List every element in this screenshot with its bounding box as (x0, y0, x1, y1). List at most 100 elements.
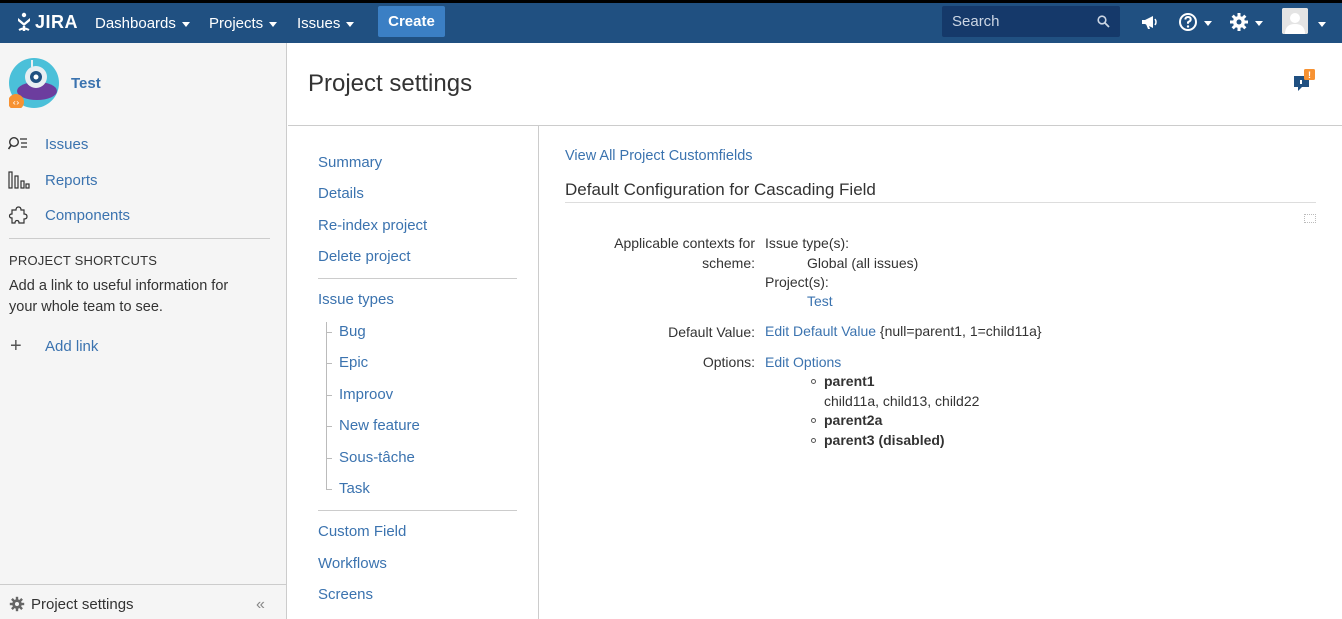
collapse-sidebar-icon[interactable]: « (256, 596, 265, 614)
add-link-label: Add link (45, 337, 99, 355)
nav-projects-label: Projects (209, 14, 264, 32)
option-parent2a: parent2a (824, 412, 883, 428)
tree-connector (326, 458, 332, 459)
settings-nav-workflows[interactable]: Workflows (318, 555, 387, 572)
tree-connector (326, 489, 332, 490)
main-content: View All Project Customfields Default Co… (540, 126, 1342, 619)
sidebar-item-components[interactable]: Components (0, 204, 130, 226)
settings-nav-issue-type-epic[interactable]: Epic (339, 354, 368, 371)
feedback-icon[interactable]: ! (1293, 68, 1319, 97)
projects-heading: Project(s): (765, 274, 829, 290)
bullet-icon (811, 438, 816, 443)
svg-text:‹›: ‹› (12, 99, 19, 109)
sidebar-item-label: Issues (45, 135, 89, 153)
settings-nav-issue-type-improov[interactable]: Improov (339, 386, 393, 403)
issues-search-icon (8, 133, 34, 155)
project-name[interactable]: Test (71, 75, 101, 92)
project-shortcuts-description: Add a link to useful information for you… (9, 278, 229, 315)
search-icon (1097, 15, 1110, 28)
settings-nav-custom-field[interactable]: Custom Field (318, 523, 406, 540)
settings-nav-delete-project[interactable]: Delete project (318, 248, 411, 265)
search-input[interactable]: Search (942, 6, 1120, 37)
sidebar-footer: Project settings « (0, 584, 286, 619)
settings-nav-divider (318, 278, 517, 279)
chevron-down-icon (1204, 20, 1212, 26)
tree-connector (326, 332, 332, 333)
chevron-down-icon (1255, 20, 1263, 26)
help-icon[interactable] (1178, 10, 1212, 34)
option-parent1: parent1 (824, 373, 875, 389)
config-title: Default Configuration for Cascading Fiel… (565, 180, 876, 199)
issue-types-value: Global (all issues) (807, 255, 919, 271)
project-settings-link[interactable]: Project settings (31, 596, 134, 613)
jira-logo-text: JIRA (35, 11, 79, 32)
tree-connector (326, 322, 327, 490)
project-shortcuts-heading: PROJECT SHORTCUTS (9, 253, 158, 268)
nav-projects[interactable]: Projects (209, 3, 278, 43)
sidebar-item-issues[interactable]: Issues (0, 133, 88, 155)
jira-logo[interactable]: JIRA (15, 10, 78, 34)
config-title-divider (565, 202, 1316, 203)
sidebar-item-reports[interactable]: Reports (0, 169, 98, 191)
chevron-down-icon (346, 21, 355, 27)
settings-nav-summary[interactable]: Summary (318, 154, 382, 171)
nav-dashboards-label: Dashboards (95, 14, 176, 32)
settings-nav-issue-types[interactable]: Issue types (318, 291, 394, 308)
nav-issues[interactable]: Issues (297, 3, 355, 43)
tree-connector (326, 395, 332, 396)
chevron-down-icon (269, 21, 278, 27)
settings-nav-issue-type-bug[interactable]: Bug (339, 323, 366, 340)
reports-chart-icon (8, 169, 34, 191)
chevron-down-icon (181, 21, 190, 27)
nav-dashboards[interactable]: Dashboards (95, 3, 190, 43)
view-all-customfields-link[interactable]: View All Project Customfields (565, 148, 753, 164)
project-settings-navigation: Summary Details Re-index project Delete … (288, 126, 539, 619)
settings-nav-screens[interactable]: Screens (318, 586, 373, 603)
tree-connector (326, 426, 332, 427)
contexts-label-line-2: scheme: (702, 255, 755, 271)
issue-types-heading: Issue type(s): (765, 235, 850, 251)
jira-logo-icon (18, 12, 30, 31)
project-avatar[interactable]: ‹› (8, 58, 59, 110)
option-parent1-children: child11a, child13, child22 (824, 393, 980, 409)
settings-nav-issue-type-new-feature[interactable]: New feature (339, 417, 420, 434)
settings-nav-issue-type-sous-tache[interactable]: Sous-tâche (339, 449, 415, 466)
default-value-row: Edit Default Value {null=parent1, 1=chil… (765, 322, 1042, 341)
option-parent3: parent3 (disabled) (824, 432, 945, 448)
nav-issues-label: Issues (297, 14, 341, 32)
project-sidebar: ‹› Test Issues Reports Components PROJEC… (0, 43, 287, 619)
bullet-icon (811, 379, 816, 384)
contexts-label: Applicable contexts for scheme: (600, 233, 755, 273)
user-avatar[interactable] (1282, 8, 1308, 34)
gear-icon (9, 596, 25, 612)
megaphone-icon[interactable] (1140, 10, 1160, 34)
page-title: Project settings (308, 70, 473, 97)
components-puzzle-icon (8, 204, 34, 226)
settings-nav-reindex-project[interactable]: Re-index project (318, 217, 427, 234)
edit-options-link[interactable]: Edit Options (765, 353, 841, 372)
edit-default-value-link[interactable]: Edit Default Value (765, 323, 876, 339)
bullet-icon (811, 418, 816, 423)
default-value-text: {null=parent1, 1=child11a} (879, 323, 1042, 339)
search-placeholder: Search (952, 13, 1000, 30)
settings-nav-details[interactable]: Details (318, 185, 364, 202)
project-link-test[interactable]: Test (807, 292, 833, 311)
sidebar-divider (9, 238, 270, 239)
options-label: Options: (702, 354, 755, 370)
contexts-label-line-1: Applicable contexts for (614, 235, 755, 251)
feedback-badge: ! (1308, 70, 1311, 80)
default-value-label: Default Value: (668, 324, 755, 340)
page-header: Project settings ! (288, 43, 1342, 126)
sidebar-item-label: Reports (45, 171, 98, 189)
expand-placeholder-icon[interactable] (1304, 214, 1316, 223)
sidebar-item-label: Components (45, 206, 131, 224)
top-navigation-bar: JIRA Dashboards Projects Issues Create S… (0, 0, 1342, 43)
create-button[interactable]: Create (378, 6, 445, 37)
plus-icon: + (10, 335, 22, 357)
gear-icon[interactable] (1229, 10, 1263, 34)
add-link-button[interactable]: + Add link (0, 335, 98, 357)
tree-connector (326, 363, 332, 364)
chevron-down-icon[interactable] (1318, 22, 1326, 27)
settings-nav-divider (318, 510, 517, 511)
settings-nav-issue-type-task[interactable]: Task (339, 480, 370, 497)
